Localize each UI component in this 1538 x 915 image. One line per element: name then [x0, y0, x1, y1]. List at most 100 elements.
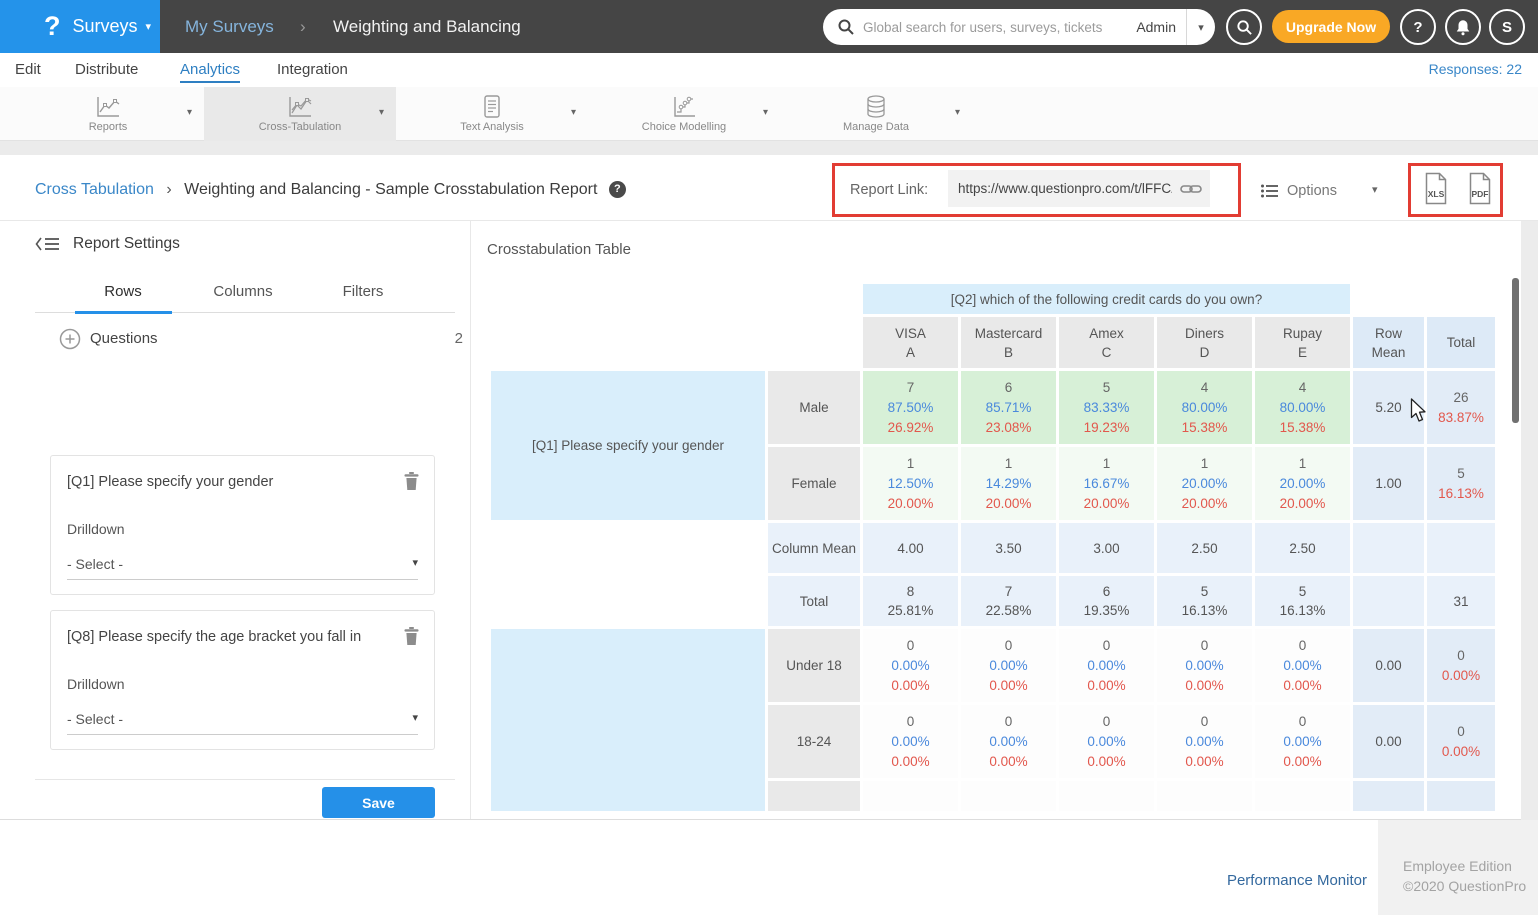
column-mean-cell: 4.00 [863, 523, 958, 573]
search-input[interactable] [863, 20, 1136, 35]
add-question-button[interactable] [58, 327, 82, 356]
toolbar-item-text-analysis[interactable]: Text Analysis ▾ [396, 87, 588, 141]
crosstab-data-cell: 00.00%0.00% [863, 629, 958, 702]
text-analysis-icon [396, 94, 588, 120]
tab-columns[interactable]: Columns [183, 283, 303, 300]
grand-total-cell: 31 [1427, 576, 1495, 626]
question-card-q1: [Q1] Please specify your gender Drilldow… [50, 455, 435, 595]
options-list-icon [1260, 182, 1280, 200]
xls-label: XLS [1428, 189, 1445, 199]
tab-filters[interactable]: Filters [303, 283, 423, 300]
crosstab-data-cell [863, 781, 958, 811]
column-mean-cell: 2.50 [1157, 523, 1252, 573]
vertical-scrollbar[interactable] [1512, 278, 1519, 423]
total-header: Total [1427, 317, 1495, 368]
help-button[interactable]: ? [1400, 9, 1436, 45]
chevron-down-icon[interactable]: ▾ [1372, 183, 1378, 196]
toolbar-item-reports[interactable]: Reports ▾ [12, 87, 204, 141]
crosstab-data-cell: 00.00%0.00% [1157, 705, 1252, 778]
questions-count: 2 [455, 330, 463, 347]
toolbar-label: Choice Modelling [588, 121, 780, 133]
notifications-button[interactable] [1445, 9, 1481, 45]
drilldown-select[interactable]: - Select - [67, 548, 418, 580]
row-total-cell [1427, 781, 1495, 811]
report-link-field[interactable] [948, 170, 1210, 207]
chevron-down-icon[interactable]: ▾ [955, 107, 960, 118]
edition-label: Employee Edition [1403, 858, 1512, 874]
delete-question-button[interactable] [403, 626, 420, 651]
menu-item-distribute[interactable]: Distribute [75, 61, 138, 78]
product-switcher-label: Surveys [73, 16, 138, 37]
options-menu[interactable]: Options [1260, 182, 1337, 200]
row-question-cell: [Q1] Please specify your gender [491, 371, 765, 520]
report-settings-title: Report Settings [73, 235, 180, 253]
search-scope-label: Admin [1136, 19, 1176, 35]
scroll-gutter [1521, 221, 1538, 820]
performance-monitor-link[interactable]: Performance Monitor [1227, 872, 1367, 889]
column-headers-row: VISAAMastercardBAmexCDinersDRupayERowMea… [491, 317, 1495, 368]
toolbar-item-choice-modelling[interactable]: Choice Modelling ▾ [588, 87, 780, 141]
crosstab-data-cell: 00.00%0.00% [1059, 705, 1154, 778]
column-header: DinersD [1157, 317, 1252, 368]
column-total-cell: 619.35% [1059, 576, 1154, 626]
crosstab-data-cell: 685.71%23.08% [961, 371, 1056, 444]
choice-modelling-icon [588, 94, 780, 120]
breadcrumb-my-surveys[interactable]: My Surveys [185, 17, 274, 37]
row-total-cell: 00.00% [1427, 629, 1495, 702]
save-button[interactable]: Save [322, 787, 435, 818]
tab-rows[interactable]: Rows [63, 283, 183, 300]
top-navbar: ? Surveys ▾ My Surveys › Weighting and B… [0, 0, 1538, 53]
questions-label: Questions [90, 330, 158, 347]
search-scope-dropdown[interactable]: ▾ [1187, 21, 1215, 34]
search-submit-button[interactable] [1226, 9, 1262, 45]
column-question-row: [Q2] which of the following credit cards… [491, 284, 1495, 314]
pdf-label: PDF [1472, 189, 1489, 199]
column-mean-cell: 2.50 [1255, 523, 1350, 573]
column-total-cell: 825.81% [863, 576, 958, 626]
chevron-down-icon[interactable]: ▾ [187, 107, 192, 118]
row-label-cell: Male [768, 371, 860, 444]
drilldown-select[interactable]: - Select - [67, 703, 418, 735]
column-header: MastercardB [961, 317, 1056, 368]
crosstab-row: Under 1800.00%0.00%00.00%0.00%00.00%0.00… [491, 629, 1495, 702]
column-question-header: [Q2] which of the following credit cards… [863, 284, 1350, 314]
report-settings-header[interactable]: Report Settings [35, 235, 180, 253]
chevron-down-icon[interactable]: ▾ [763, 107, 768, 118]
menu-item-analytics[interactable]: Analytics [180, 61, 240, 83]
export-pdf-button[interactable]: PDF [1466, 172, 1494, 210]
column-total-cell: 516.13% [1157, 576, 1252, 626]
product-switcher[interactable]: ? Surveys ▾ [0, 0, 160, 53]
crosstab-data-cell: 480.00%15.38% [1157, 371, 1252, 444]
question-card-q8: [Q8] Please specify the age bracket you … [50, 610, 435, 750]
crosstab-table: [Q2] which of the following credit cards… [488, 281, 1498, 811]
export-xls-button[interactable]: XLS [1422, 172, 1450, 210]
divider [470, 221, 471, 819]
menu-item-integration[interactable]: Integration [277, 61, 348, 78]
help-icon[interactable]: ? [609, 181, 626, 198]
toolbar-item-manage-data[interactable]: Manage Data ▾ [780, 87, 972, 141]
chevron-down-icon[interactable]: ▾ [379, 107, 384, 118]
global-search-box[interactable]: Admin ▾ [823, 9, 1215, 45]
chevron-down-icon: ▾ [412, 711, 418, 724]
search-icon [1236, 19, 1253, 36]
question-title: [Q1] Please specify your gender [67, 474, 273, 490]
link-icon[interactable] [1180, 181, 1202, 197]
upgrade-button[interactable]: Upgrade Now [1272, 10, 1390, 43]
report-link-url[interactable] [948, 181, 1172, 196]
report-breadcrumb: Cross Tabulation › Weighting and Balanci… [35, 181, 626, 199]
avatar-button[interactable]: S [1489, 9, 1525, 45]
avatar-initial: S [1502, 19, 1512, 36]
crosstab-row: [Q1] Please specify your genderMale787.5… [491, 371, 1495, 444]
column-mean-row: Column Mean4.003.503.002.502.50 [491, 523, 1495, 573]
crosstab-data-cell [1157, 781, 1252, 811]
report-title: Weighting and Balancing - Sample Crossta… [184, 181, 597, 198]
column-total-row: Total825.81%722.58%619.35%516.13%516.13%… [491, 576, 1495, 626]
menu-item-edit[interactable]: Edit [15, 61, 41, 78]
crosstab-table-title: Crosstabulation Table [487, 241, 631, 258]
responses-count[interactable]: Responses: 22 [1429, 61, 1522, 77]
chevron-down-icon[interactable]: ▾ [571, 107, 576, 118]
toolbar-item-cross-tabulation[interactable]: Cross-Tabulation ▾ [204, 87, 396, 141]
delete-question-button[interactable] [403, 471, 420, 496]
select-value: - Select - [67, 711, 123, 727]
cross-tabulation-link[interactable]: Cross Tabulation [35, 181, 154, 198]
